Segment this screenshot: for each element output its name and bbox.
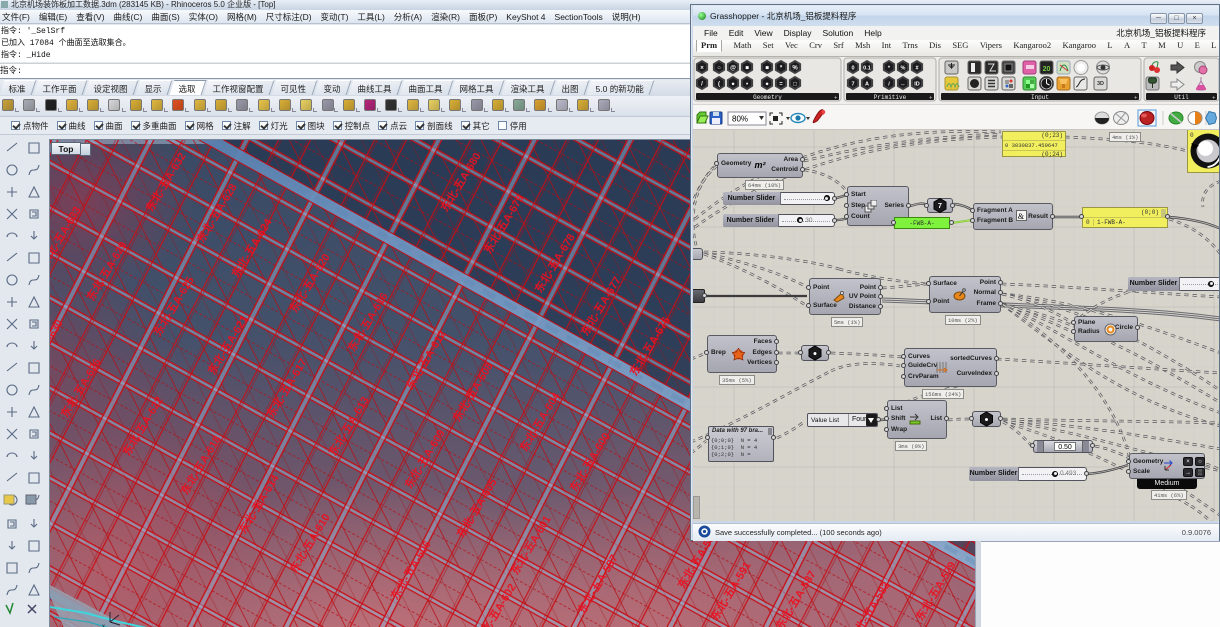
svg-text:%: % bbox=[901, 66, 906, 72]
svg-text:@: @ bbox=[730, 66, 736, 72]
svg-text:+: + bbox=[1134, 96, 1138, 102]
svg-text:20: 20 bbox=[1043, 66, 1051, 73]
svg-text:0: 0 bbox=[851, 66, 854, 72]
svg-text:0.1: 0.1 bbox=[863, 66, 871, 72]
svg-text:(: ( bbox=[718, 82, 720, 88]
svg-text:Input: Input bbox=[1031, 94, 1049, 101]
svg-text:=: = bbox=[779, 82, 783, 88]
svg-text:80%: 80% bbox=[732, 115, 748, 124]
svg-text:A: A bbox=[865, 82, 869, 88]
svg-text:■: ■ bbox=[745, 66, 749, 72]
svg-text:+: + bbox=[834, 96, 838, 102]
svg-text:+: + bbox=[1212, 96, 1216, 102]
svg-text:ID: ID bbox=[914, 82, 920, 88]
svg-text:7: 7 bbox=[851, 82, 854, 88]
svg-text:Geometry: Geometry bbox=[753, 94, 782, 101]
svg-text:×: × bbox=[700, 66, 704, 72]
svg-text:↔: ↔ bbox=[900, 82, 906, 88]
svg-text:Util: Util bbox=[1174, 94, 1189, 101]
svg-text:●: ● bbox=[765, 82, 769, 88]
svg-text:+: + bbox=[929, 96, 933, 102]
svg-text:%: % bbox=[792, 66, 798, 72]
svg-text:7: 7 bbox=[938, 203, 942, 210]
svg-text:3D: 3D bbox=[1097, 81, 1104, 87]
svg-text:●: ● bbox=[813, 351, 817, 358]
svg-text:#: # bbox=[915, 66, 918, 72]
svg-text:○: ○ bbox=[717, 66, 721, 72]
svg-text:Primitive: Primitive bbox=[874, 94, 907, 101]
svg-text:●: ● bbox=[731, 82, 735, 88]
svg-text:•: • bbox=[746, 82, 748, 88]
svg-text:●: ● bbox=[984, 417, 988, 424]
svg-text:■: ■ bbox=[765, 66, 769, 72]
svg-text:□: □ bbox=[793, 82, 797, 88]
